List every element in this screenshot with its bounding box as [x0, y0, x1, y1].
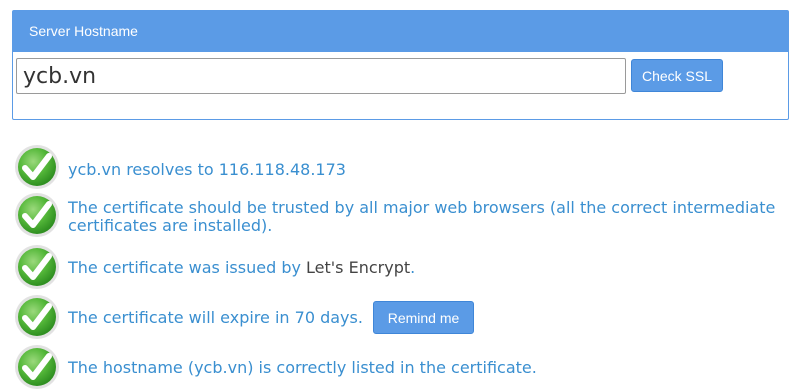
result-text: The certificate will expire in 70 days. — [68, 308, 363, 327]
result-text: The certificate should be trusted by all… — [68, 198, 776, 235]
result-text: The certificate was issued by Let's Encr… — [68, 259, 415, 277]
issuer-name: Let's Encrypt — [306, 258, 411, 277]
check-ssl-button[interactable]: Check SSL — [631, 59, 723, 92]
check-circle-icon — [14, 144, 60, 190]
result-text: ycb.vn resolves to 116.118.48.173 — [68, 160, 346, 179]
remind-me-button[interactable]: Remind me — [373, 301, 474, 334]
check-circle-icon — [14, 192, 60, 238]
result-text: The hostname (ycb.vn) is correctly liste… — [68, 358, 537, 377]
check-circle-icon — [14, 294, 60, 340]
check-circle-icon — [14, 344, 60, 390]
hostname-input[interactable] — [16, 58, 626, 94]
issued-prefix: The certificate was issued by — [68, 258, 307, 277]
check-circle-icon — [14, 244, 60, 290]
panel-header: Server Hostname — [13, 11, 788, 52]
issued-suffix: . — [410, 258, 416, 277]
